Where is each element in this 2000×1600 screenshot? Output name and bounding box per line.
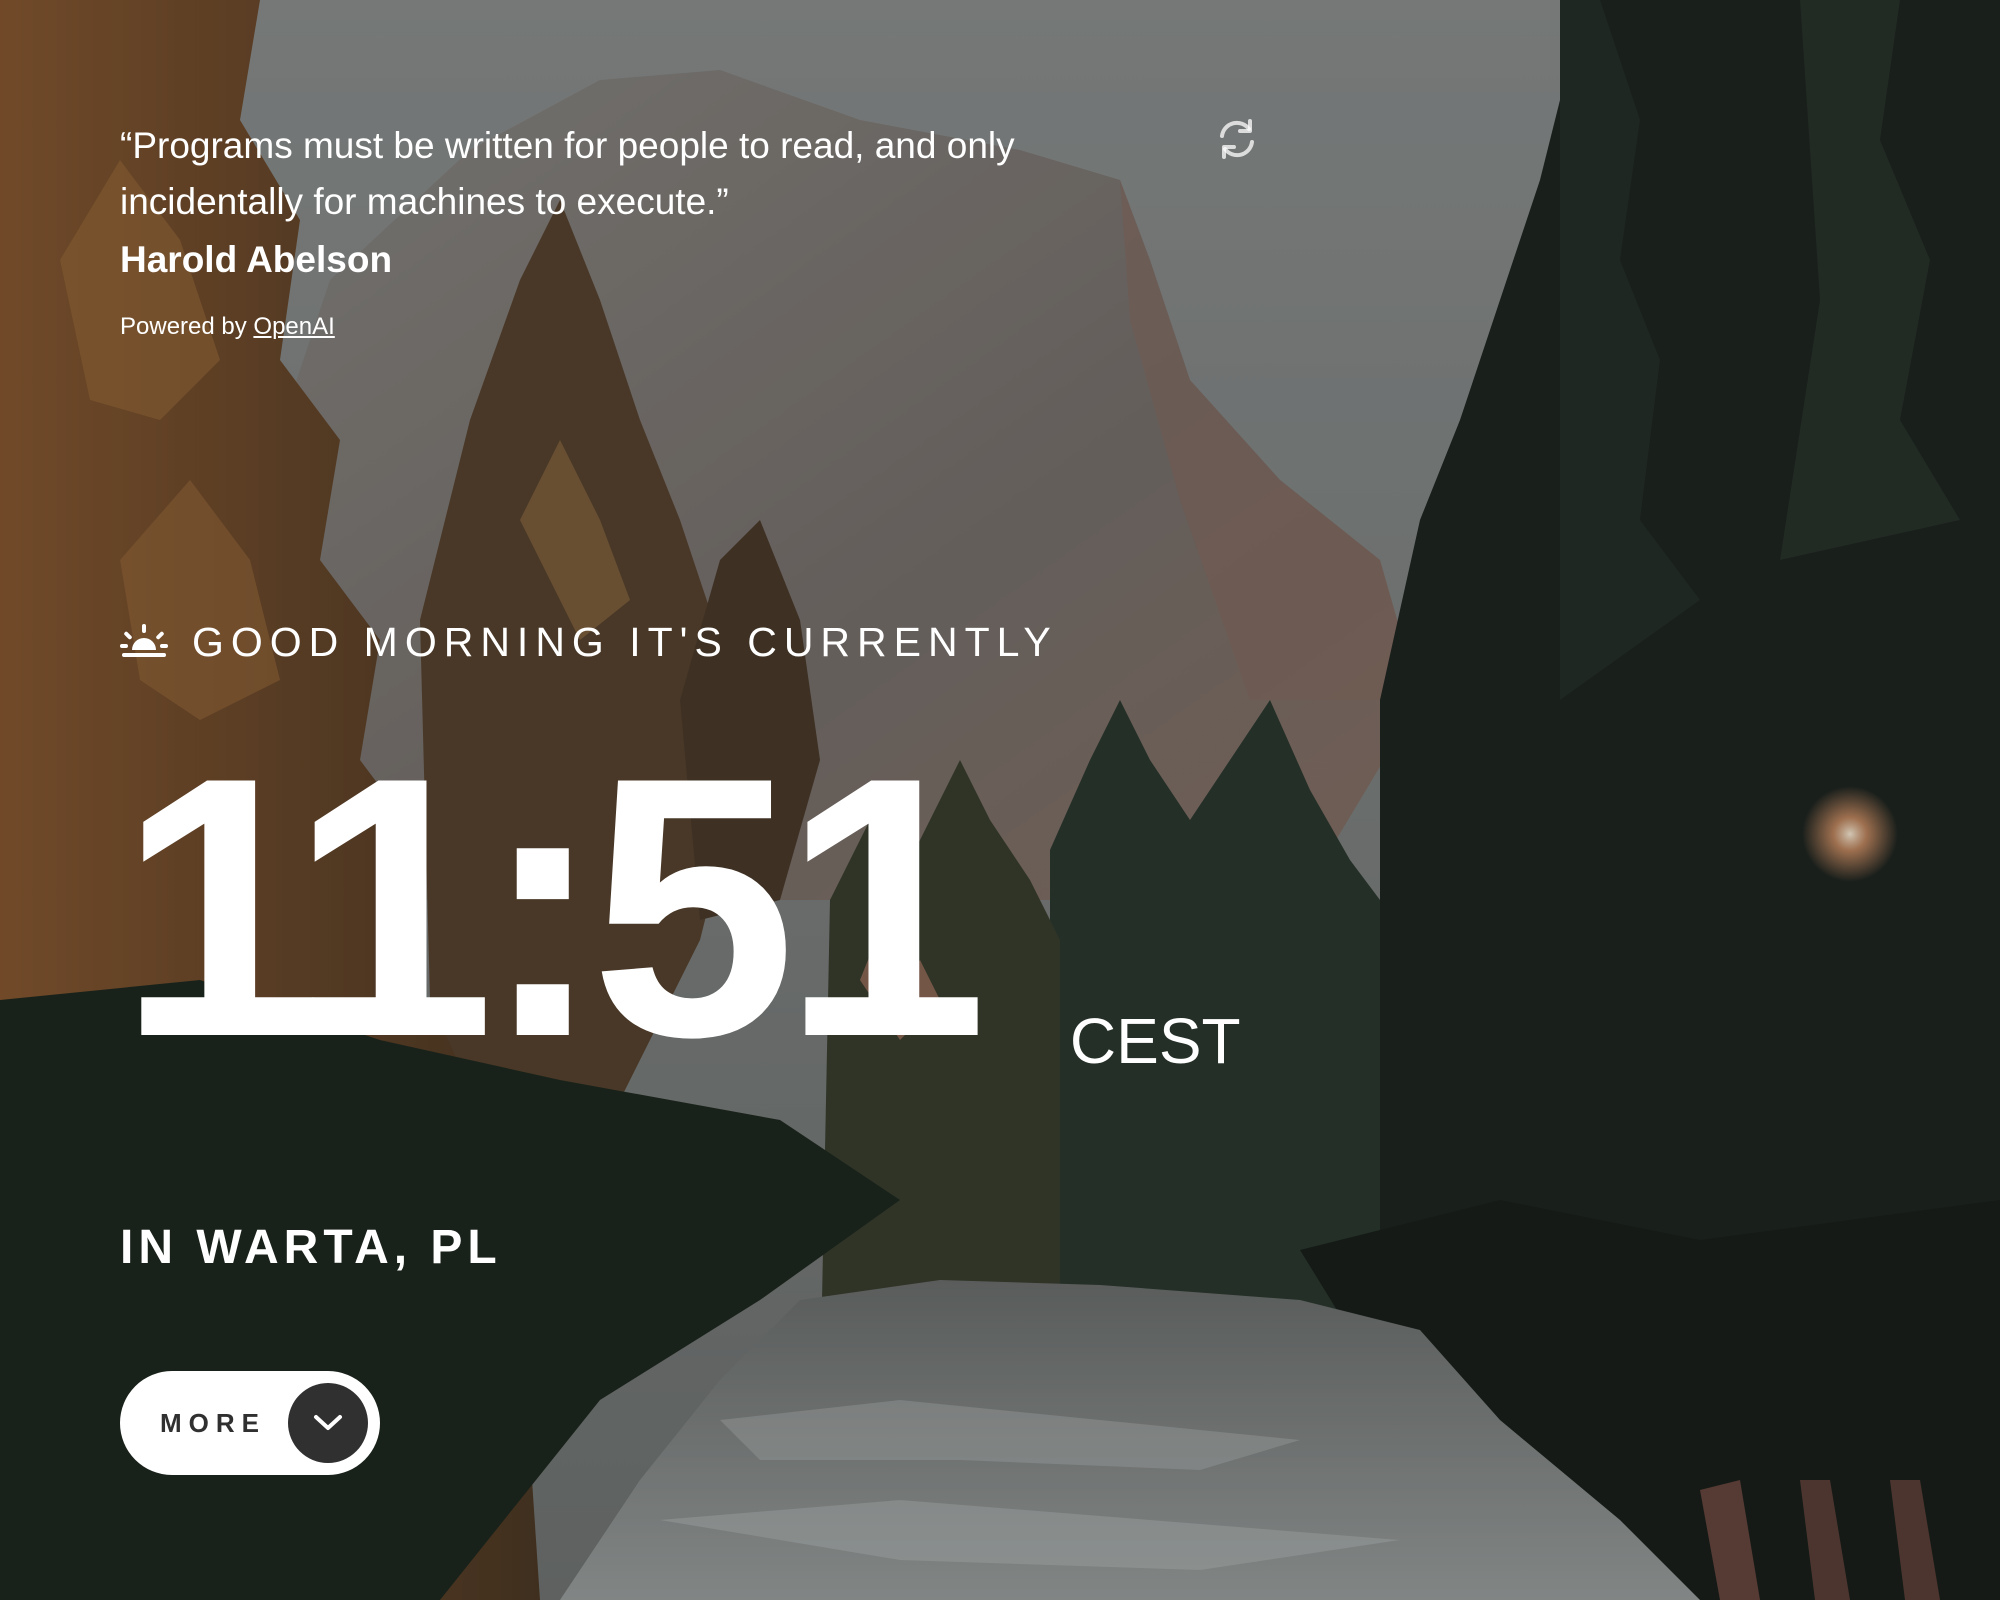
clock-app-screen: “Programs must be written for people to … xyxy=(0,0,2000,1600)
quote-text: “Programs must be written for people to … xyxy=(120,125,1015,222)
location-label: IN WARTA, PL xyxy=(120,1221,502,1274)
greeting-text: GOOD MORNING IT'S CURRENTLY xyxy=(192,618,1058,665)
refresh-quote-button[interactable] xyxy=(1214,116,1260,162)
chevron-down-icon xyxy=(314,1415,342,1430)
timezone-label: CEST xyxy=(1069,1005,1241,1077)
more-button[interactable]: MORE xyxy=(120,1371,380,1475)
current-time: 11:51 xyxy=(118,701,988,1114)
powered-by-line: Powered by OpenAI xyxy=(120,310,335,344)
greeting-row: GOOD MORNING IT'S CURRENTLY xyxy=(120,612,1058,672)
powered-by-label: Powered by xyxy=(120,313,254,340)
sunrise-icon xyxy=(120,624,168,657)
refresh-icon xyxy=(1220,119,1254,159)
clock-row: 11:51 CEST xyxy=(118,701,1241,1114)
openai-link[interactable]: OpenAI xyxy=(253,313,334,340)
more-button-label: MORE xyxy=(160,1407,266,1438)
more-button-circle xyxy=(288,1383,368,1463)
quote-block: “Programs must be written for people to … xyxy=(120,118,1080,284)
quote-author: Harold Abelson xyxy=(120,239,393,280)
